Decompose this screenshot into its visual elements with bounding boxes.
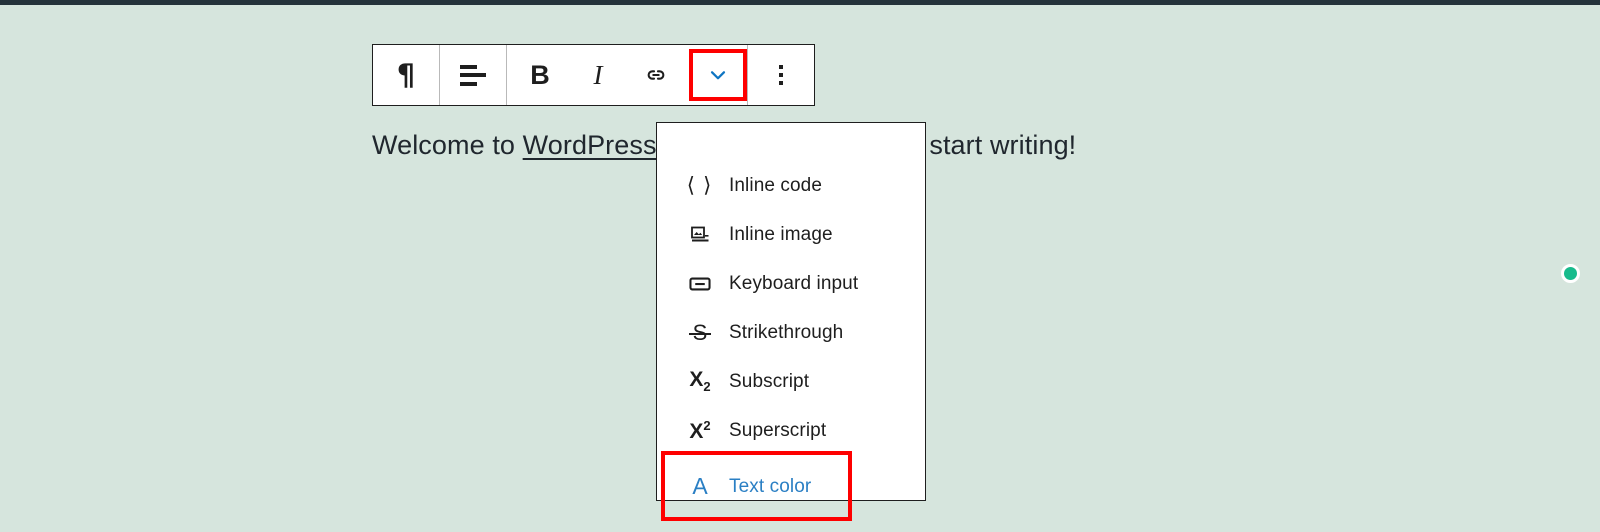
menu-item-strikethrough[interactable]: S Strikethrough (657, 308, 925, 357)
more-rich-text-controls-button[interactable] (689, 49, 747, 101)
subscript-icon: X2 (689, 368, 711, 395)
menu-item-label: Subscript (729, 371, 810, 392)
text-color-icon: A (692, 472, 708, 499)
link-icon (647, 70, 665, 80)
superscript-icon: X2 (689, 418, 711, 443)
paragraph-icon: ¶ (396, 57, 416, 92)
cursor-position-dot (1561, 264, 1580, 283)
menu-item-text-color[interactable]: A Text color (661, 451, 852, 521)
bold-icon: B (530, 59, 550, 90)
keyboard-icon (685, 271, 715, 297)
angle-brackets-icon: ⟨ ⟩ (686, 173, 714, 197)
align-text-button[interactable] (440, 45, 506, 105)
italic-button[interactable]: I (573, 45, 623, 105)
menu-item-label: Superscript (729, 420, 827, 441)
post-text-lead: Welcome to (372, 130, 523, 160)
toolbar-group-align (440, 45, 506, 105)
kebab-menu-icon (779, 65, 783, 85)
menu-item-superscript[interactable]: X2 Superscript (657, 406, 925, 455)
toolbar-group-options (748, 45, 814, 105)
dropdown-menu-list: ⟨ ⟩ Inline code Inline image Keyboard in… (657, 161, 925, 521)
menu-item-label: Inline image (729, 224, 833, 245)
menu-item-label: Keyboard input (729, 273, 859, 294)
italic-icon: I (593, 59, 603, 90)
more-options-button[interactable] (748, 45, 814, 105)
bold-button[interactable]: B (507, 45, 573, 105)
menu-item-label: Inline code (729, 175, 823, 196)
chevron-down-icon (710, 71, 726, 80)
menu-item-label: Text color (729, 475, 812, 497)
menu-item-keyboard-input[interactable]: Keyboard input (657, 259, 925, 308)
align-icon (460, 64, 486, 86)
toolbar-group-formatting: B I (507, 45, 747, 105)
rich-text-format-dropdown: ⟨ ⟩ Inline code Inline image Keyboard in… (656, 122, 926, 521)
menu-item-label: Strikethrough (729, 322, 844, 343)
menu-item-subscript[interactable]: X2 Subscript (657, 357, 925, 406)
menu-item-inline-code[interactable]: ⟨ ⟩ Inline code (657, 161, 925, 210)
strikethrough-icon: S (688, 319, 711, 345)
menu-item-inline-image[interactable]: Inline image (657, 210, 925, 259)
block-toolbar: ¶ B I (372, 44, 815, 106)
link-button[interactable] (623, 45, 689, 105)
wordpress-link[interactable]: WordPress (523, 130, 657, 160)
toolbar-group-block-type: ¶ (373, 45, 439, 105)
inline-image-icon (685, 223, 715, 247)
block-type-paragraph-button[interactable]: ¶ (373, 45, 439, 105)
admin-bar-strip (0, 0, 1600, 5)
